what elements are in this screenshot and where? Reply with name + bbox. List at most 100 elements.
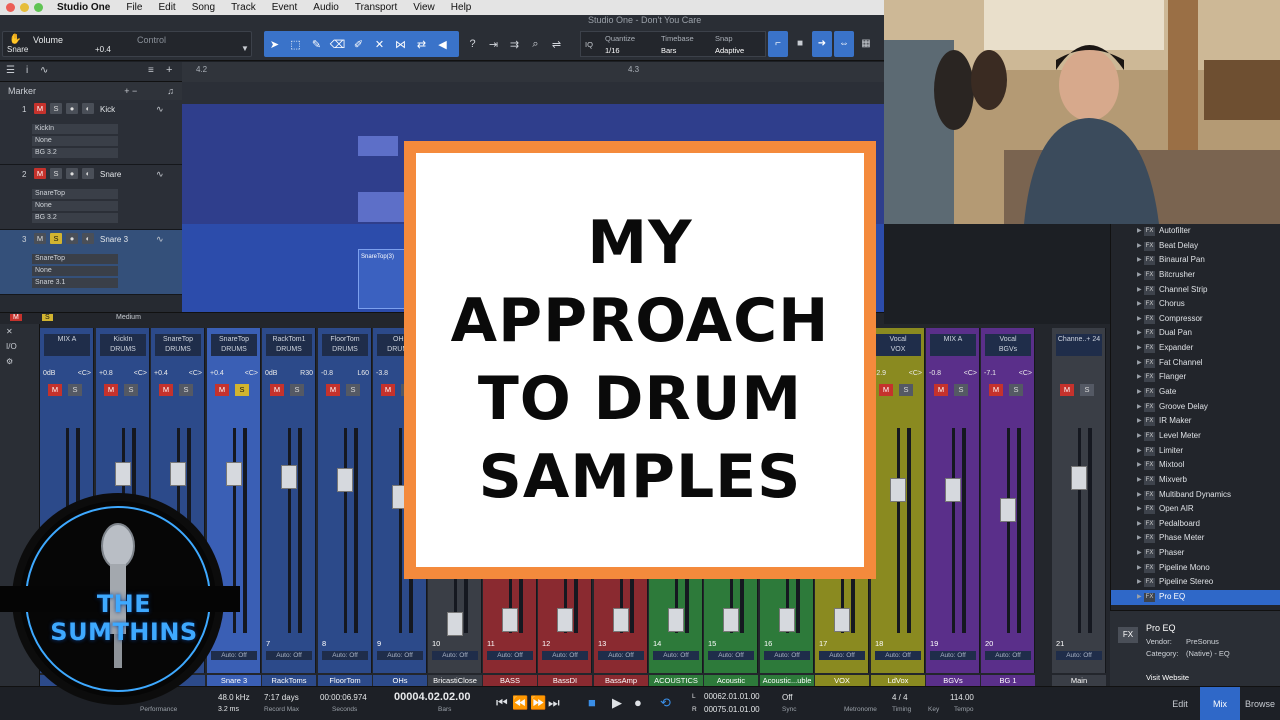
- browser-item[interactable]: ▶ FX Mixverb: [1111, 473, 1280, 488]
- pan-value[interactable]: <C>: [1019, 370, 1032, 377]
- fader-handle[interactable]: [890, 478, 906, 502]
- browser-item[interactable]: ▶ FX Fat Channel: [1111, 356, 1280, 371]
- mute-button[interactable]: M: [34, 103, 46, 114]
- channel-strip[interactable]: FloorTom DRUMS -0.8 L60 M S 8 Auto: Off FloorTom: [318, 328, 372, 687]
- automation-mode[interactable]: Auto: Off: [708, 651, 754, 660]
- chevron-down-icon[interactable]: ▼: [241, 44, 249, 53]
- solo-button[interactable]: S: [124, 384, 138, 396]
- browser-item[interactable]: ▶ FX IR Maker: [1111, 414, 1280, 429]
- mute-button[interactable]: M: [215, 384, 229, 396]
- tab-browse[interactable]: Browse: [1240, 687, 1280, 720]
- add-marker-icon[interactable]: + −: [124, 86, 137, 96]
- fader-track[interactable]: [1007, 428, 1010, 633]
- automation-mode[interactable]: Auto: Off: [542, 651, 588, 660]
- strip-input[interactable]: MIX A: [44, 334, 90, 356]
- browser-item[interactable]: ▶ FX Open AIR: [1111, 502, 1280, 517]
- eraser-tool-icon[interactable]: ⌫: [327, 38, 348, 51]
- loop-left[interactable]: 00062.01.01.00: [704, 692, 760, 701]
- solo-button[interactable]: S: [954, 384, 968, 396]
- menu-song[interactable]: Song: [184, 2, 223, 13]
- menu-file[interactable]: File: [118, 2, 150, 13]
- strip-input[interactable]: Channe..+ 24: [1056, 334, 1102, 356]
- browser-item[interactable]: ▶ FX Channel Strip: [1111, 283, 1280, 298]
- autoscroll-icon[interactable]: ⇌: [546, 38, 567, 51]
- close-icon[interactable]: ✕: [0, 324, 39, 339]
- pencil-tool-icon[interactable]: ✎: [306, 38, 327, 51]
- browser-item[interactable]: ▶ FX Limiter: [1111, 444, 1280, 459]
- strip-input[interactable]: KickIn DRUMS: [100, 334, 146, 356]
- mute-button[interactable]: M: [326, 384, 340, 396]
- channel-strip[interactable]: RackTom1 DRUMS 0dB R30 M S 7 Auto: Off RackToms: [262, 328, 316, 687]
- close-window-button[interactable]: [6, 3, 15, 12]
- record-icon[interactable]: ●: [634, 695, 642, 710]
- track-output[interactable]: None: [32, 266, 118, 276]
- split-tool-icon[interactable]: ⋈: [390, 38, 411, 51]
- expand-arrow-icon[interactable]: ▶: [1137, 414, 1142, 429]
- menu-edit[interactable]: Edit: [150, 2, 183, 13]
- fader-track[interactable]: [952, 428, 955, 633]
- automation-mode[interactable]: Auto: Off: [487, 651, 533, 660]
- track-input[interactable]: SnareTop: [32, 254, 118, 264]
- automation-mode[interactable]: Auto: Off: [598, 651, 644, 660]
- expand-arrow-icon[interactable]: ▶: [1137, 312, 1142, 327]
- channel-strip[interactable]: MIX A -0.8 <C> M S 19 Auto: Off BGVs: [926, 328, 980, 687]
- expand-arrow-icon[interactable]: ▶: [1137, 561, 1142, 576]
- channel-strip[interactable]: Vocal BGVs -7.1 <C> M S 20 Auto: Off BG 1: [981, 328, 1035, 687]
- solo-button[interactable]: S: [50, 103, 62, 114]
- help-icon[interactable]: ?: [462, 38, 483, 50]
- strip-input[interactable]: MIX A: [930, 334, 976, 356]
- track-row[interactable]: 2 M S ● ◐ Snare ∿ SnareTop None BG 3.2: [0, 165, 182, 230]
- fader-handle[interactable]: [557, 608, 573, 632]
- solo-button[interactable]: S: [346, 384, 360, 396]
- strip-input[interactable]: SnareTop DRUMS: [211, 334, 257, 356]
- tab-mix[interactable]: Mix: [1200, 687, 1240, 720]
- expand-arrow-icon[interactable]: ▶: [1137, 341, 1142, 356]
- strip-input[interactable]: SnareTop DRUMS: [155, 334, 201, 356]
- volume-value[interactable]: -3.8: [376, 370, 388, 377]
- expand-icon[interactable]: ⇔: [834, 31, 854, 57]
- grid-icon[interactable]: ▦: [856, 31, 876, 57]
- app-menu[interactable]: Studio One: [53, 2, 118, 13]
- info-icon[interactable]: i: [26, 65, 28, 76]
- browser-item[interactable]: ▶ FX Pedalboard: [1111, 517, 1280, 532]
- monitor-button[interactable]: ◐: [82, 168, 94, 179]
- track-row[interactable]: 1 M S ● ◐ Kick ∿ KickIn None BG 3.2: [0, 100, 182, 165]
- fader-handle[interactable]: [945, 478, 961, 502]
- timing-value[interactable]: 4 / 4: [892, 693, 908, 702]
- volume-value[interactable]: -0.8: [321, 370, 333, 377]
- automation-mode[interactable]: Auto: Off: [764, 651, 810, 660]
- channel-strip[interactable]: Channe..+ 24 M S 21 Auto: Off Main: [1052, 328, 1106, 687]
- timeline-ruler[interactable]: 4.2 4.3: [182, 62, 884, 82]
- browser-item[interactable]: ▶ FX Groove Delay: [1111, 400, 1280, 415]
- expand-arrow-icon[interactable]: ▶: [1137, 370, 1142, 385]
- expand-arrow-icon[interactable]: ▶: [1137, 400, 1142, 415]
- solo-button[interactable]: S: [1080, 384, 1094, 396]
- browser-item[interactable]: ▶ FX Autofilter: [1111, 224, 1280, 239]
- pan-value[interactable]: L60: [357, 370, 369, 377]
- browser-item[interactable]: ▶ FX Phaser: [1111, 546, 1280, 561]
- automation-mode[interactable]: Auto: Off: [930, 651, 976, 660]
- browser-item[interactable]: ▶ FX Flanger: [1111, 370, 1280, 385]
- snap-toggle-icon[interactable]: ⌐: [768, 31, 788, 57]
- pan-value[interactable]: <C>: [134, 370, 147, 377]
- solo-button[interactable]: S: [179, 384, 193, 396]
- mute-button[interactable]: M: [1060, 384, 1074, 396]
- volume-value[interactable]: 0dB: [43, 370, 55, 377]
- track-bus[interactable]: BG 3.2: [32, 148, 118, 158]
- skip-icon[interactable]: ⇥: [483, 38, 504, 51]
- bars-value[interactable]: 00004.02.02.00: [394, 691, 470, 703]
- mute-button[interactable]: M: [270, 384, 284, 396]
- fader-handle[interactable]: [281, 465, 297, 489]
- fader-track[interactable]: [344, 428, 347, 633]
- automation-icon[interactable]: ∿: [40, 65, 48, 76]
- automation-mode[interactable]: Auto: Off: [432, 651, 478, 660]
- browser-item[interactable]: ▶ FX Phase Meter: [1111, 531, 1280, 546]
- track-name[interactable]: Kick: [100, 105, 115, 114]
- minimize-window-button[interactable]: [20, 3, 29, 12]
- snap-value[interactable]: Adaptive: [715, 46, 744, 55]
- expand-arrow-icon[interactable]: ▶: [1137, 297, 1142, 312]
- play-icon[interactable]: ▶: [612, 695, 622, 711]
- track-height[interactable]: Medium: [116, 314, 141, 321]
- fader-handle[interactable]: [226, 462, 242, 486]
- automation-mode[interactable]: Auto: Off: [985, 651, 1031, 660]
